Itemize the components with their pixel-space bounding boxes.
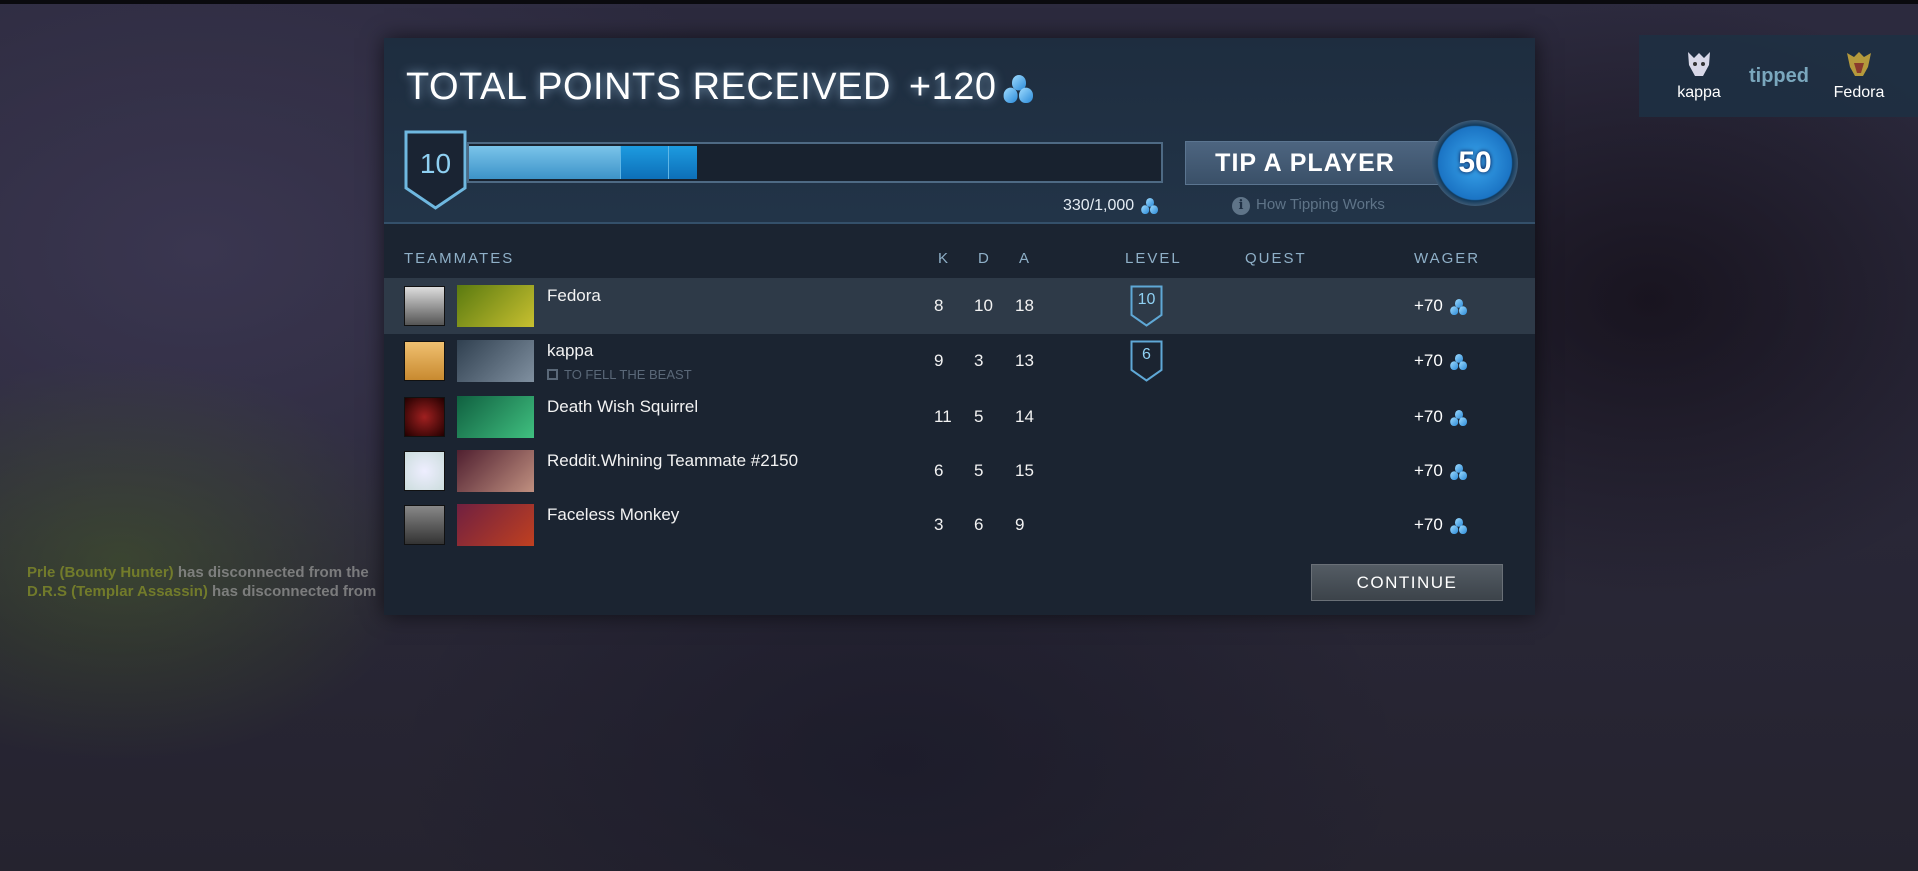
shard-icon	[1449, 298, 1468, 315]
wager-value: +70	[1414, 461, 1443, 480]
deaths: 10	[974, 296, 993, 315]
post-game-points-panel: TOTAL POINTS RECEIVED +120 10 330/1,000 T…	[384, 38, 1535, 615]
assists: 18	[1015, 296, 1034, 315]
quest-icon	[547, 369, 558, 380]
level-badge: 10	[404, 130, 467, 210]
wager-value: +70	[1414, 351, 1443, 370]
player-quest: TO FELL THE BEAST	[547, 367, 692, 382]
deaths: 6	[974, 515, 984, 534]
hero-icon	[1688, 52, 1710, 76]
teammate-row[interactable]: kappa TO FELL THE BEAST 9 3 13 6 +70	[384, 333, 1535, 389]
player-avatar	[404, 505, 445, 545]
wager-value: +70	[1414, 515, 1443, 534]
wager: +70	[1414, 407, 1470, 428]
kills: 3	[934, 515, 944, 534]
deaths: 5	[974, 407, 984, 426]
teammate-row[interactable]: Fedora 8 10 18 10 +70	[384, 278, 1535, 334]
teammate-row[interactable]: Faceless Monkey 3 6 9 +70	[384, 497, 1535, 553]
player-level-badge: 6	[1130, 340, 1163, 382]
chat-text: has disconnected from	[207, 583, 377, 600]
tip-a-player-button[interactable]: TIP A PLAYER	[1185, 141, 1465, 185]
progress-gain-fill	[619, 146, 668, 179]
col-quest: QUEST	[1245, 250, 1307, 267]
col-kills: K	[938, 250, 951, 267]
kills: 9	[934, 351, 944, 370]
player-name: Faceless Monkey	[547, 505, 680, 524]
col-deaths: D	[978, 250, 991, 267]
tipper-name: kappa	[1677, 84, 1721, 101]
how-tipping-text: How Tipping Works	[1256, 196, 1385, 213]
chat-message: Prle (Bounty Hunter) has disconnected fr…	[27, 564, 384, 581]
hero-portrait	[457, 285, 534, 327]
player-avatar	[404, 397, 445, 437]
player-name: kappa	[547, 341, 594, 360]
kills: 8	[934, 296, 944, 315]
wager: +70	[1414, 296, 1470, 317]
teammate-row[interactable]: Death Wish Squirrel 11 5 14 +70	[384, 389, 1535, 445]
tip-notification: kappa tipped Fedora	[1639, 35, 1918, 117]
player-name: Death Wish Squirrel	[547, 397, 699, 416]
chat-text: has disconnected from the	[173, 564, 369, 581]
hero-portrait	[457, 504, 534, 546]
progress-bar	[467, 142, 1163, 183]
hero-icon	[1847, 52, 1871, 76]
page-title: TOTAL POINTS RECEIVED +120	[406, 66, 1034, 109]
tip-cost-coin: 50	[1432, 120, 1518, 206]
wager-value: +70	[1414, 296, 1443, 315]
col-level: LEVEL	[1125, 250, 1182, 267]
shard-icon	[1449, 353, 1468, 370]
points-received: +120	[908, 66, 997, 108]
chat-player: D.R.S (Templar Assassin)	[27, 583, 208, 600]
assists: 13	[1015, 351, 1034, 370]
player-avatar	[404, 286, 445, 326]
assists: 15	[1015, 461, 1034, 480]
how-tipping-works-link[interactable]: i How Tipping Works	[1232, 196, 1385, 215]
panel-header: TOTAL POINTS RECEIVED +120 10 330/1,000 T…	[384, 38, 1535, 224]
tipped-player-name: Fedora	[1833, 84, 1885, 101]
player-level-badge: 10	[1130, 285, 1163, 327]
wager: +70	[1414, 515, 1470, 536]
wager: +70	[1414, 351, 1470, 372]
shard-icon	[1449, 409, 1468, 426]
player-level: 10	[1137, 291, 1156, 308]
player-level: 6	[1142, 346, 1151, 363]
col-assists: A	[1019, 250, 1032, 267]
shard-icon	[1449, 517, 1468, 534]
tipped-label: tipped	[1749, 65, 1809, 87]
deaths: 3	[974, 351, 984, 370]
level-number: 10	[419, 148, 452, 179]
shard-icon	[1004, 74, 1035, 103]
teammate-row[interactable]: Reddit.Whining Teammate #2150 6 5 15 +70	[384, 443, 1535, 499]
col-wager: WAGER	[1414, 250, 1481, 267]
progress-fill	[469, 146, 620, 179]
info-icon: i	[1232, 197, 1250, 215]
hero-portrait	[457, 450, 534, 492]
title-text: TOTAL POINTS RECEIVED	[406, 66, 891, 108]
kills: 11	[934, 407, 952, 426]
kills: 6	[934, 461, 944, 480]
quest-text: TO FELL THE BEAST	[564, 367, 692, 382]
continue-button[interactable]: CONTINUE	[1311, 564, 1503, 601]
shard-icon	[1449, 463, 1468, 480]
shard-icon	[1140, 198, 1159, 214]
wager: +70	[1414, 461, 1470, 482]
deaths: 5	[974, 461, 984, 480]
wager-value: +70	[1414, 407, 1443, 426]
player-avatar	[404, 341, 445, 381]
progress-text: 330/1,000	[1063, 196, 1161, 216]
player-name: Fedora	[547, 286, 601, 305]
progress-value: 330/1,000	[1063, 197, 1135, 215]
player-avatar	[404, 451, 445, 491]
hero-portrait	[457, 340, 534, 382]
hero-portrait	[457, 396, 534, 438]
assists: 14	[1015, 407, 1034, 426]
chat-message: D.R.S (Templar Assassin) has disconnecte…	[27, 583, 384, 600]
assists: 9	[1015, 515, 1025, 534]
col-teammates: TEAMMATES	[404, 250, 515, 267]
chat-player: Prle (Bounty Hunter)	[27, 564, 174, 581]
progress-gain-fill	[667, 146, 698, 179]
player-name: Reddit.Whining Teammate #2150	[547, 451, 799, 470]
top-edge-bar	[0, 0, 1918, 4]
